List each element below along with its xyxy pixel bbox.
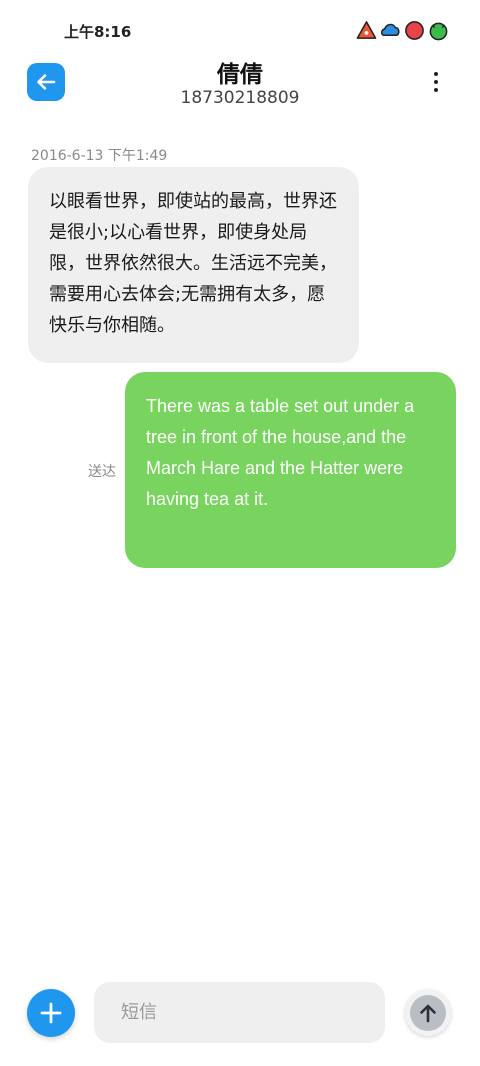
message-input[interactable]: [94, 982, 385, 1043]
heart-icon: [405, 21, 424, 40]
message-timestamp: 2016-6-13 下午1:49: [31, 148, 168, 164]
delivery-status: 送达: [88, 464, 116, 480]
warning-triangle-icon: [356, 21, 377, 39]
cloud-icon: [381, 23, 400, 37]
add-attachment-button[interactable]: [27, 989, 75, 1037]
status-icons: [356, 20, 449, 41]
status-time: 上午8:16: [64, 23, 132, 41]
contact-name: 倩倩: [217, 62, 263, 88]
robot-icon: [429, 22, 448, 41]
contact-phone-number: 18730218809: [180, 88, 300, 108]
incoming-message-bubble[interactable]: 以眼看世界，即使站的最高，世界还是很小;以心看世界，即使身处局限，世界依然很大。…: [28, 167, 359, 363]
outgoing-message-bubble[interactable]: There was a table set out under a tree i…: [125, 372, 456, 568]
plus-icon: [40, 1002, 62, 1024]
vertical-dots-icon: [434, 72, 438, 76]
more-options-button[interactable]: [425, 67, 447, 97]
send-button-inner: [410, 995, 446, 1031]
send-button[interactable]: [405, 990, 451, 1036]
arrow-up-icon: [420, 1004, 436, 1023]
messaging-screen: 上午8:16 倩倩 18730218809 2016-6-13 下午1:49 以…: [0, 0, 480, 1066]
